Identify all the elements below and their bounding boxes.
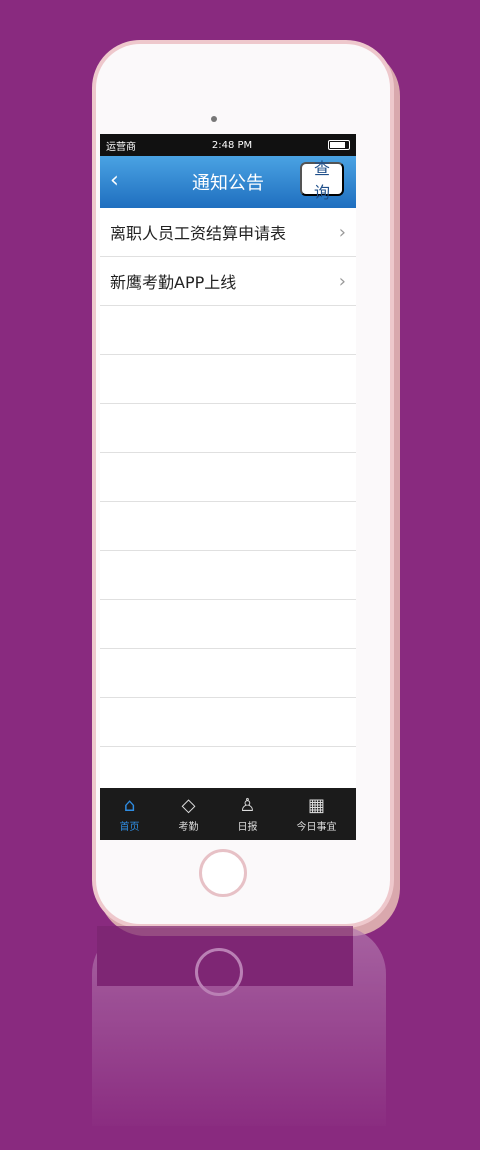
tab-label: 今日事宜: [296, 822, 337, 833]
user-icon: ♙: [239, 795, 256, 816]
notice-list: 离职人员工资结算申请表 › 新鹰考勤APP上线 ›: [100, 208, 356, 796]
query-button[interactable]: 查询: [300, 161, 344, 202]
time-label: 2:48 PM: [211, 139, 253, 151]
phone-frame: 运营商 2:48 PM ‹ 通知公告 查询 离职人员工资结算申请表 › 新鹰考勤…: [92, 40, 394, 928]
tab-label: 日报: [237, 822, 258, 833]
list-item: [100, 404, 356, 453]
phone-reflection: [92, 926, 386, 1126]
battery-icon: [327, 140, 350, 150]
notice-title: 新鹰考勤APP上线: [110, 273, 237, 292]
list-item: [100, 551, 356, 600]
tab-today-tasks[interactable]: ▦ 今日事宜: [297, 795, 337, 833]
grid-icon: ▦: [307, 795, 325, 816]
app-screen: 运营商 2:48 PM ‹ 通知公告 查询 离职人员工资结算申请表 › 新鹰考勤…: [100, 134, 356, 840]
home-button[interactable]: [199, 849, 247, 897]
tab-label: 考勤: [178, 822, 199, 833]
list-item: [100, 453, 356, 502]
list-item: [100, 306, 356, 355]
tab-attendance[interactable]: ◇ 考勤: [179, 795, 199, 833]
list-item: [100, 355, 356, 404]
notice-title: 离职人员工资结算申请表: [110, 224, 287, 243]
status-bar: 运营商 2:48 PM: [100, 134, 356, 156]
front-camera: [211, 116, 217, 122]
list-item[interactable]: 离职人员工资结算申请表 ›: [100, 208, 356, 257]
chevron-left-icon[interactable]: ‹: [110, 168, 119, 193]
page-title: 通知公告: [192, 173, 264, 194]
carrier-label: 运营商: [106, 141, 136, 153]
reflection-home-button: [195, 948, 243, 996]
home-icon: ⌂: [123, 795, 136, 816]
tab-home[interactable]: ⌂ 首页: [120, 795, 140, 833]
tab-bar: ⌂ 首页 ◇ 考勤 ♙ 日报 ▦ 今日事宜: [100, 788, 356, 840]
tab-daily-report[interactable]: ♙ 日报: [238, 795, 258, 833]
navigation-bar: ‹ 通知公告 查询: [100, 156, 356, 208]
list-item: [100, 649, 356, 698]
list-item: [100, 502, 356, 551]
tag-icon: ◇: [181, 795, 196, 816]
tab-label: 首页: [119, 822, 140, 833]
list-item: [100, 698, 356, 747]
chevron-right-icon: ›: [338, 270, 346, 292]
list-item: [100, 600, 356, 649]
chevron-right-icon: ›: [338, 221, 346, 243]
list-item[interactable]: 新鹰考勤APP上线 ›: [100, 257, 356, 306]
